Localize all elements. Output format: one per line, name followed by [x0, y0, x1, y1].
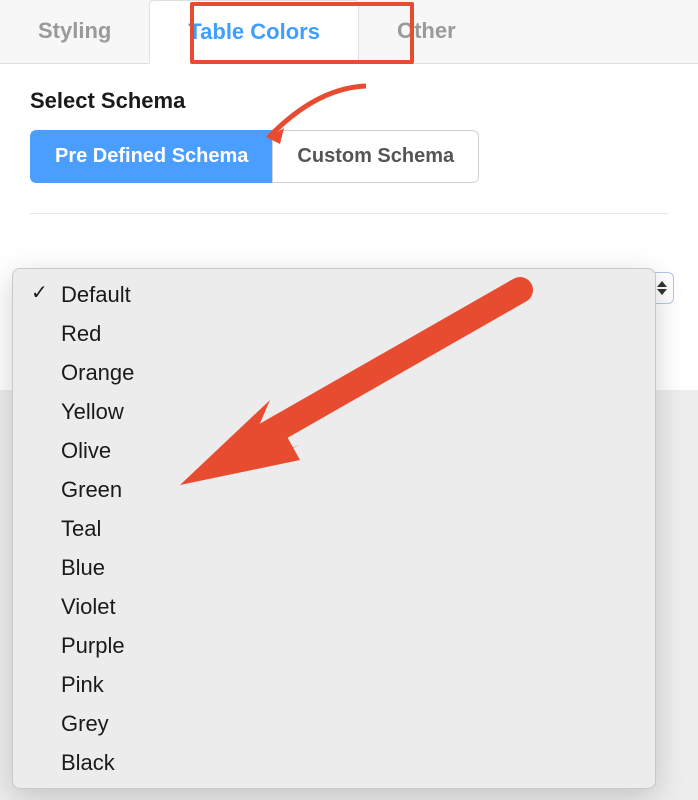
dropdown-option-orange[interactable]: Orange	[13, 353, 655, 392]
schema-toggle-group: Pre Defined Schema Custom Schema	[30, 130, 479, 183]
predefined-schema-button[interactable]: Pre Defined Schema	[30, 130, 272, 183]
dropdown-option-grey[interactable]: Grey	[13, 704, 655, 743]
dropdown-option-teal[interactable]: Teal	[13, 509, 655, 548]
custom-schema-button[interactable]: Custom Schema	[272, 130, 479, 183]
tab-styling[interactable]: Styling	[0, 0, 149, 63]
dropdown-option-violet[interactable]: Violet	[13, 587, 655, 626]
dropdown-option-blue[interactable]: Blue	[13, 548, 655, 587]
dropdown-option-pink[interactable]: Pink	[13, 665, 655, 704]
dropdown-option-green[interactable]: Green	[13, 470, 655, 509]
divider	[30, 213, 668, 214]
tab-other[interactable]: Other	[359, 0, 494, 63]
content-area: Select Schema Pre Defined Schema Custom …	[0, 64, 698, 238]
dropdown-option-purple[interactable]: Purple	[13, 626, 655, 665]
dropdown-option-black[interactable]: Black	[13, 743, 655, 782]
select-schema-label: Select Schema	[30, 88, 668, 114]
dropdown-option-default[interactable]: Default	[13, 275, 655, 314]
dropdown-option-olive[interactable]: Olive	[13, 431, 655, 470]
dropdown-option-yellow[interactable]: Yellow	[13, 392, 655, 431]
tab-table-colors[interactable]: Table Colors	[149, 0, 359, 64]
dropdown-option-red[interactable]: Red	[13, 314, 655, 353]
tab-bar: Styling Table Colors Other	[0, 0, 698, 64]
schema-dropdown[interactable]: Default Red Orange Yellow Olive Green Te…	[12, 268, 656, 789]
